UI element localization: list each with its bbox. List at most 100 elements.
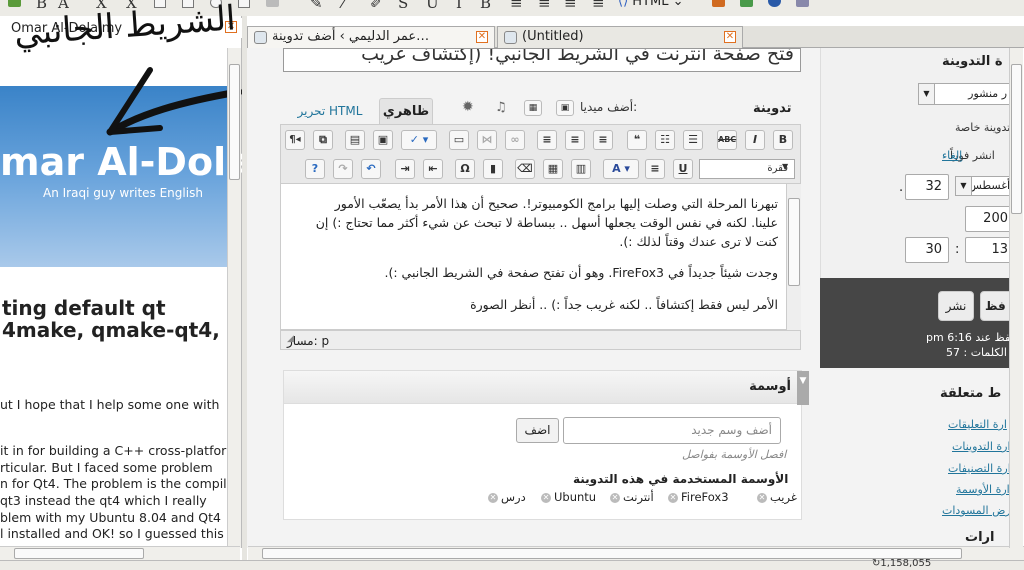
text-direction-button[interactable]: ¶◂ — [285, 130, 305, 150]
underline-icon[interactable]: U — [426, 0, 439, 12]
editor-scrollbar[interactable] — [786, 184, 801, 330]
undo-button[interactable]: ↶ — [361, 159, 381, 179]
post-line: ut I hope that I help some one with — [0, 397, 220, 412]
outdent-button[interactable]: ⇤ — [423, 159, 443, 179]
word-count: الكلمات : 57 — [946, 346, 1007, 359]
publish-heading: ة التدوينة — [942, 54, 1003, 69]
paste-word-button[interactable]: ▦ — [543, 159, 563, 179]
bookmark-icon[interactable] — [712, 0, 725, 7]
align-left-button[interactable]: ≡ — [593, 130, 613, 150]
fullscreen-button[interactable]: ▣ — [373, 130, 393, 150]
kitchen-sink-button[interactable]: ▤ — [345, 130, 365, 150]
close-tab-icon[interactable]: ✕ — [476, 31, 488, 43]
color-icon[interactable]: ⁄ — [342, 0, 345, 12]
post-line: it in for building a C++ cross-platfor — [0, 443, 227, 458]
special-char-button[interactable]: Ω — [455, 159, 475, 179]
add-audio-icon[interactable]: ♫ — [495, 100, 507, 115]
strike-icon[interactable]: S — [398, 0, 408, 12]
link-button[interactable]: ∞ — [505, 130, 525, 150]
paste-text-button[interactable]: ▥ — [571, 159, 591, 179]
paragraph: الأمر ليس فقط إكتشافاً .. لكنه غريب جداً… — [470, 297, 778, 312]
post-line: blem with my Ubuntu 8.04 and Qt4 — [0, 510, 222, 525]
tab-visual[interactable]: ظاهري — [379, 98, 433, 124]
unlink-button[interactable]: ⋈ — [477, 130, 497, 150]
tag-item[interactable]: ✕ درس — [488, 490, 526, 504]
sidebar-horizontal-scrollbar[interactable] — [0, 546, 240, 560]
new-tag-input[interactable]: أضف وسم جديد — [563, 417, 781, 444]
post-line: rticular. But I faced some problem — [0, 460, 213, 475]
redo-button[interactable]: ↷ — [333, 159, 353, 179]
spell-icon[interactable]: ✎ — [310, 0, 323, 12]
align-right-icon[interactable]: ≡ — [538, 0, 551, 12]
align-center-button[interactable]: ≡ — [565, 130, 585, 150]
paragraph: تبهرنا المرحلة التي وصلت إليها برامج الك… — [334, 196, 778, 211]
post-line: n for Qt4. The problem is the compile — [0, 476, 235, 491]
align-right-button[interactable]: ≡ — [537, 130, 557, 150]
numbered-list-button[interactable]: ☷ — [655, 130, 675, 150]
strikethrough-button[interactable]: ABC — [717, 130, 737, 150]
add-image-icon[interactable]: ▣ — [556, 100, 574, 116]
tab-add-post[interactable]: عمر الدليمي › أضف تدوينة… ✕ — [247, 26, 495, 48]
publish-button[interactable]: نشر — [938, 291, 974, 321]
year-input[interactable]: 200 — [965, 206, 1015, 232]
misc-heading: ارات — [965, 530, 995, 545]
html-format-select[interactable]: ⟨⟩ HTML ⌄ — [618, 0, 692, 10]
align-center-icon[interactable]: ≡ — [564, 0, 577, 12]
tab-html[interactable]: تحرير HTML — [290, 98, 370, 124]
close-tab-icon[interactable]: ✕ — [724, 31, 736, 43]
italic-button[interactable]: I — [745, 130, 765, 150]
help-button[interactable]: ? — [305, 159, 325, 179]
tags-header[interactable]: أوسمة — [284, 371, 801, 404]
tag-item[interactable]: ✕ أنترنت — [610, 490, 654, 504]
post-content-editor[interactable]: تبهرنا المرحلة التي وصلت إليها برامج الك… — [280, 184, 801, 330]
tool-icon[interactable] — [796, 0, 809, 7]
related-link[interactable]: ارة التعليقات — [948, 418, 1007, 431]
day-input[interactable]: 32 — [905, 174, 949, 200]
insert-more-button[interactable]: ▭ — [449, 130, 469, 150]
format-select[interactable]: فقرة ▼ — [699, 159, 795, 179]
bold-icon[interactable]: B — [480, 0, 491, 12]
page-favicon-icon — [504, 31, 517, 44]
globe-icon[interactable] — [768, 0, 781, 7]
remove-format-button[interactable]: ⌫ — [515, 159, 535, 179]
clean-icon[interactable] — [266, 0, 279, 7]
related-heading: ط متعلقة — [940, 386, 1002, 401]
right-scrollbar[interactable] — [1009, 48, 1023, 548]
tab-untitled[interactable]: (Untitled) ✕ — [497, 26, 743, 48]
brush-icon[interactable]: ✐ — [370, 0, 383, 12]
add-media-icon[interactable]: ✹ — [462, 99, 474, 115]
related-link[interactable]: ارة التدوينات — [952, 440, 1011, 453]
copy-button[interactable]: ⧉ — [313, 130, 333, 150]
insert-media-button[interactable]: ▮ — [483, 159, 503, 179]
post-title[interactable]: ting default qt 4make, qmake-qt4, — [2, 297, 220, 341]
post-title-input[interactable]: فتح صفحة انترنت في الشريط الجانبي! (إكتش… — [283, 48, 801, 72]
add-tag-button[interactable]: اضف — [516, 418, 559, 443]
download-icon[interactable] — [740, 0, 753, 7]
minute-input[interactable]: 30 — [905, 237, 949, 263]
justify-button[interactable]: ≡ — [645, 159, 665, 179]
tag-item[interactable]: ✕ FireFox3 — [668, 490, 729, 504]
add-video-icon[interactable]: ▦ — [524, 100, 542, 116]
tag-item[interactable]: ✕ غريب — [757, 490, 797, 504]
italic-icon[interactable]: I — [456, 0, 462, 12]
spellcheck-button[interactable]: ✓ ▾ — [401, 130, 437, 150]
blockquote-button[interactable]: ❝ — [627, 130, 647, 150]
underline-button[interactable]: U — [673, 159, 693, 179]
collapse-arrow-icon[interactable]: ▼ — [797, 371, 809, 405]
align-justify-icon[interactable]: ≡ — [510, 0, 523, 12]
cancel-link[interactable]: إلغاء — [942, 149, 962, 162]
indent-button[interactable]: ⇥ — [395, 159, 415, 179]
status-select[interactable]: ▼ ر منشور — [918, 83, 1014, 105]
align-left-icon[interactable]: ≡ — [592, 0, 605, 12]
related-link[interactable]: ارة التصنيفات — [948, 462, 1011, 475]
related-link[interactable]: ارة الأوسمة — [956, 483, 1010, 496]
tag-item[interactable]: ✕ Ubuntu — [541, 490, 596, 504]
time-separator: : — [955, 242, 960, 257]
hour-input[interactable]: 13 — [965, 237, 1015, 263]
text-color-button[interactable]: A ▾ — [603, 159, 639, 179]
sidebar-vertical-scrollbar[interactable] — [227, 48, 241, 548]
related-link[interactable]: رض المسودات — [942, 504, 1011, 517]
bold-button[interactable]: B — [773, 130, 793, 150]
bullet-list-button[interactable]: ☰ — [683, 130, 703, 150]
month-select[interactable]: ▼ أغسطس — [955, 176, 1015, 196]
